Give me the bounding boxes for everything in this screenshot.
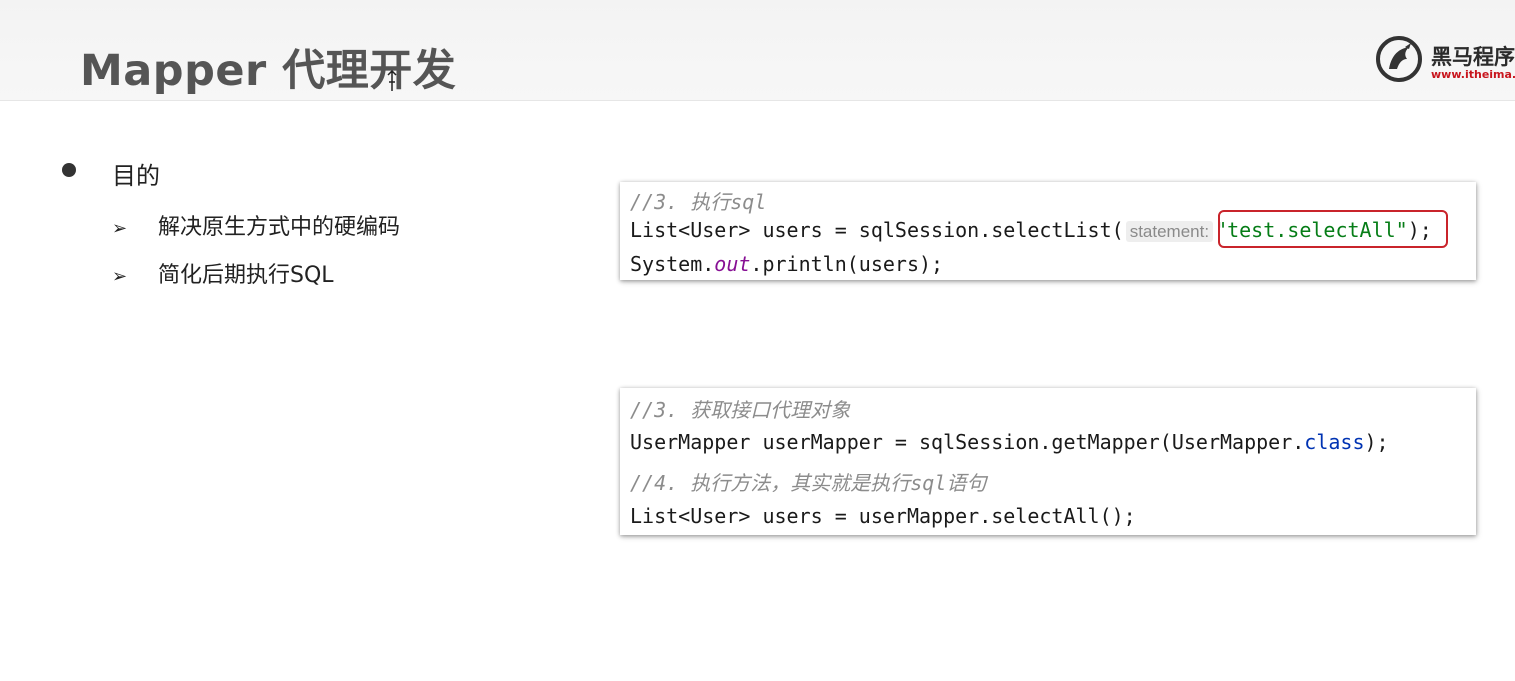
code-text: ); [1364,430,1389,454]
horse-logo-icon [1376,36,1422,82]
bullet-purpose: 目的 [112,162,160,190]
code-text: List<User> users = sqlSession.selectList… [630,218,1124,242]
code-block-native: //3. 执行sql List<User> users = sqlSession… [620,182,1476,280]
highlight-box [1218,210,1448,248]
code-line-getmapper: UserMapper userMapper = sqlSession.getMa… [630,430,1389,454]
arrow-bullet-icon: ➢ [112,218,128,239]
code-comment: //3. 执行sql [630,190,767,214]
brand-name: 黑马程序 [1431,45,1515,69]
bullet-dot [62,163,76,177]
code-text: System. [630,252,715,276]
slide-title: Mapper 代理开发 [80,46,457,96]
code-text: .println(users); [750,252,944,276]
code-keyword: class [1304,430,1365,454]
code-comment: //3. 获取接口代理对象 [630,398,851,422]
code-static-field: out [714,252,751,276]
brand-url: www.itheima.c [1431,68,1515,81]
code-line-selectall: List<User> users = userMapper.selectAll(… [630,504,1136,528]
code-text: UserMapper userMapper = sqlSession.getMa… [630,430,1305,454]
sub-item: ➢ 简化后期执行SQL [112,257,334,289]
mouse-cursor-icon [387,70,397,91]
code-comment: //4. 执行方法，其实就是执行sql语句 [630,471,987,495]
parameter-hint: statement: [1125,221,1214,242]
arrow-bullet-icon: ➢ [112,266,128,287]
sub-item: ➢ 解决原生方式中的硬编码 [112,209,400,241]
slide-header: Mapper 代理开发 黑马程序 www.itheima.c [0,0,1515,101]
sub-item-label: 解决原生方式中的硬编码 [158,215,401,240]
brand-logo: 黑马程序 www.itheima.c [1375,35,1515,85]
sub-item-label: 简化后期执行SQL [158,263,334,288]
code-block-proxy: //3. 获取接口代理对象 UserMapper userMapper = sq… [620,388,1476,535]
code-line-println: System.out.println(users); [630,252,943,276]
